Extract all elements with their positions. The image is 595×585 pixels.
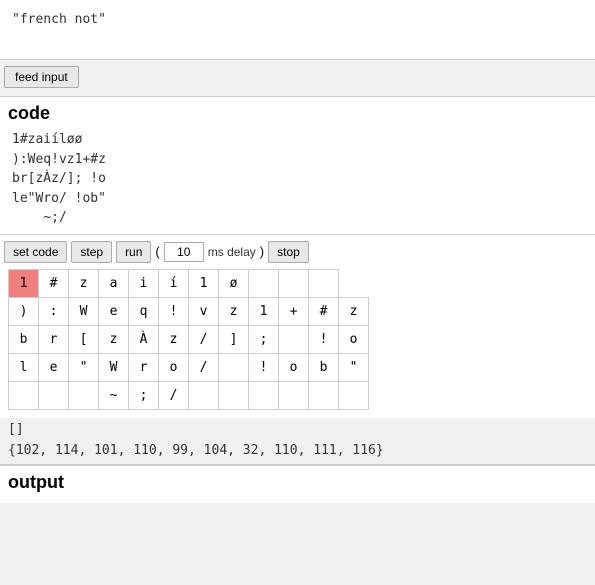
grid-cell[interactable]: [ bbox=[69, 325, 99, 353]
grid-cell[interactable]: ; bbox=[129, 381, 159, 409]
grid-cell[interactable] bbox=[189, 381, 219, 409]
ms-delay-label: ms delay bbox=[208, 245, 256, 259]
grid-cell[interactable]: " bbox=[69, 353, 99, 381]
output-section: output bbox=[0, 465, 595, 503]
grid-cell[interactable]: l bbox=[9, 353, 39, 381]
grid-cell[interactable] bbox=[69, 381, 99, 409]
code-section: code 1#zaiíløø ):Weq!vz1+#z br[zÀz/]; !o… bbox=[0, 97, 595, 235]
code-grid: 1#zaií1ø):Weq!vz1+#zbr[zÀz/];!ole"Wro/!o… bbox=[8, 269, 369, 410]
grid-cell[interactable] bbox=[279, 381, 309, 409]
grid-cell[interactable]: r bbox=[39, 325, 69, 353]
grid-cell[interactable] bbox=[279, 269, 309, 297]
grid-cell[interactable] bbox=[309, 381, 339, 409]
run-button[interactable]: run bbox=[116, 241, 151, 263]
output-title: output bbox=[8, 472, 587, 493]
table-row: br[zÀz/];!o bbox=[9, 325, 369, 353]
grid-cell[interactable]: # bbox=[309, 297, 339, 325]
grid-cell[interactable] bbox=[339, 381, 369, 409]
grid-cell[interactable]: # bbox=[39, 269, 69, 297]
grid-cell[interactable] bbox=[219, 353, 249, 381]
grid-cell[interactable]: 1 bbox=[9, 269, 39, 297]
grid-cell[interactable]: a bbox=[99, 269, 129, 297]
stop-button[interactable]: stop bbox=[268, 241, 309, 263]
grid-cell[interactable] bbox=[249, 381, 279, 409]
set-code-button[interactable]: set code bbox=[4, 241, 67, 263]
grid-cell[interactable]: z bbox=[159, 325, 189, 353]
close-paren: ) bbox=[260, 244, 264, 259]
grid-cell[interactable]: z bbox=[339, 297, 369, 325]
grid-cell[interactable]: í bbox=[159, 269, 189, 297]
grid-cell[interactable]: ) bbox=[9, 297, 39, 325]
grid-cell[interactable] bbox=[39, 381, 69, 409]
grid-cell[interactable]: o bbox=[279, 353, 309, 381]
grid-cell[interactable]: ! bbox=[249, 353, 279, 381]
grid-cell[interactable] bbox=[249, 269, 279, 297]
bytes-display: {102, 114, 101, 110, 99, 104, 32, 110, 1… bbox=[0, 441, 595, 464]
grid-cell[interactable]: b bbox=[9, 325, 39, 353]
grid-cell[interactable]: : bbox=[39, 297, 69, 325]
table-row: le"Wro/!ob" bbox=[9, 353, 369, 381]
grid-cell[interactable]: W bbox=[99, 353, 129, 381]
table-row: ):Weq!vz1+#z bbox=[9, 297, 369, 325]
grid-cell[interactable]: ; bbox=[249, 325, 279, 353]
grid-cell[interactable]: v bbox=[189, 297, 219, 325]
grid-cell[interactable]: e bbox=[99, 297, 129, 325]
grid-cell[interactable]: b bbox=[309, 353, 339, 381]
grid-cell[interactable]: + bbox=[279, 297, 309, 325]
input-display: "french not" bbox=[8, 8, 587, 35]
grid-cell[interactable]: ø bbox=[219, 269, 249, 297]
grid-cell[interactable]: z bbox=[69, 269, 99, 297]
grid-cell[interactable]: 1 bbox=[249, 297, 279, 325]
top-input-section: "french not" bbox=[0, 0, 595, 60]
grid-cell[interactable]: ~ bbox=[99, 381, 129, 409]
grid-cell[interactable]: 1 bbox=[189, 269, 219, 297]
grid-cell[interactable] bbox=[309, 269, 339, 297]
stack-display: [] bbox=[0, 418, 595, 441]
grid-cell[interactable]: / bbox=[189, 353, 219, 381]
grid-cell[interactable] bbox=[9, 381, 39, 409]
grid-cell[interactable] bbox=[279, 325, 309, 353]
grid-container: 1#zaií1ø):Weq!vz1+#zbr[zÀz/];!ole"Wro/!o… bbox=[0, 269, 595, 418]
grid-cell[interactable]: ] bbox=[219, 325, 249, 353]
open-paren: ( bbox=[155, 244, 159, 259]
step-button[interactable]: step bbox=[71, 241, 112, 263]
code-title: code bbox=[8, 103, 587, 124]
grid-cell[interactable]: À bbox=[129, 325, 159, 353]
grid-cell[interactable]: ! bbox=[159, 297, 189, 325]
grid-cell[interactable]: ! bbox=[309, 325, 339, 353]
grid-cell[interactable]: " bbox=[339, 353, 369, 381]
grid-cell[interactable]: q bbox=[129, 297, 159, 325]
delay-input[interactable] bbox=[164, 242, 204, 262]
grid-cell[interactable]: r bbox=[129, 353, 159, 381]
grid-cell[interactable]: W bbox=[69, 297, 99, 325]
grid-cell[interactable]: e bbox=[39, 353, 69, 381]
grid-cell[interactable]: / bbox=[159, 381, 189, 409]
table-row: 1#zaií1ø bbox=[9, 269, 369, 297]
feed-input-button[interactable]: feed input bbox=[4, 66, 79, 88]
grid-cell[interactable]: o bbox=[339, 325, 369, 353]
grid-cell[interactable] bbox=[219, 381, 249, 409]
table-row: ~;/ bbox=[9, 381, 369, 409]
toolbar: set code step run ( ms delay ) stop bbox=[0, 235, 595, 269]
grid-cell[interactable]: o bbox=[159, 353, 189, 381]
grid-cell[interactable]: i bbox=[129, 269, 159, 297]
grid-cell[interactable]: z bbox=[219, 297, 249, 325]
grid-cell[interactable]: / bbox=[189, 325, 219, 353]
code-block: 1#zaiíløø ):Weq!vz1+#z br[zÀz/]; !o le"W… bbox=[8, 128, 587, 230]
grid-cell[interactable]: z bbox=[99, 325, 129, 353]
